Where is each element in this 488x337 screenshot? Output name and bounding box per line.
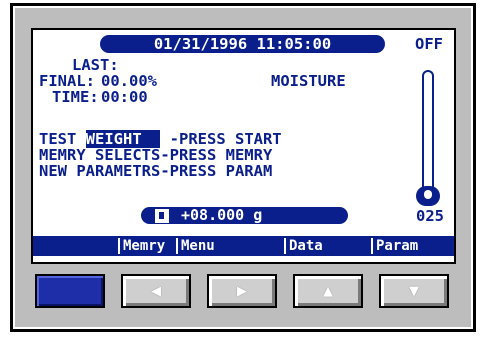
moisture-label: MOISTURE (271, 72, 346, 90)
up-arrow-icon: ▲ (323, 283, 333, 299)
last-label: LAST: (72, 56, 119, 74)
keypad: ◀ ▶ ▲ ▼ (31, 270, 456, 314)
memry-prompt: MEMRY SELECTS-PRESS MEMRY (39, 146, 273, 164)
softkey-param[interactable]: Param (371, 238, 431, 254)
softkey-memry[interactable]: Memry (118, 238, 176, 254)
up-key[interactable]: ▲ (293, 274, 363, 308)
test-prompt: TEST WEIGHT -PRESS START (39, 130, 282, 148)
temperature-value: 025 (416, 207, 444, 225)
right-arrow-icon: ▶ (237, 283, 247, 299)
status-label: OFF (415, 35, 443, 53)
thermometer-bulb-icon (416, 186, 440, 206)
left-arrow-icon: ◀ (151, 283, 161, 299)
time-value: 00:00 (101, 88, 148, 106)
blank-key[interactable] (35, 274, 105, 308)
left-key[interactable]: ◀ (121, 274, 191, 308)
param-prompt: NEW PARAMETRS-PRESS PARAM (39, 162, 273, 180)
time-label: TIME: (52, 88, 99, 106)
right-key[interactable]: ▶ (207, 274, 277, 308)
down-key[interactable]: ▼ (379, 274, 449, 308)
weight-display: +08.000 g (141, 207, 348, 224)
final-label: FINAL: (39, 72, 95, 90)
lcd-screen: 01/31/1996 11:05:00 OFF LAST: FINAL: 00.… (31, 28, 456, 264)
weight-value: +08.000 g (181, 206, 263, 224)
down-arrow-icon: ▼ (409, 283, 419, 299)
date-time-display: 01/31/1996 11:05:00 (100, 35, 385, 53)
final-value: 00.00% (101, 72, 157, 90)
softkey-data[interactable]: Data (284, 238, 337, 254)
softkey-bar: Memry Menu Data Param (33, 236, 454, 256)
scale-icon (155, 209, 169, 223)
softkey-menu[interactable]: Menu (176, 238, 236, 254)
thermometer-tube (422, 70, 434, 188)
